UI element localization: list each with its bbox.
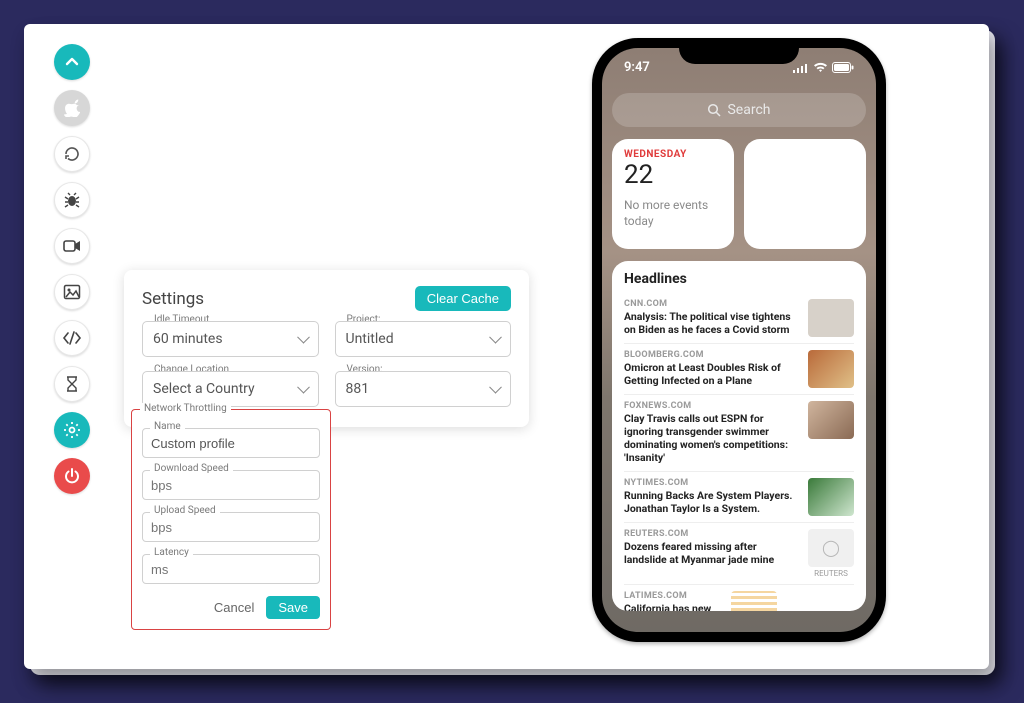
bug-button[interactable] — [54, 182, 90, 218]
signal-icon — [793, 63, 809, 73]
version-value: 881 — [346, 381, 370, 397]
video-button[interactable] — [54, 228, 90, 264]
calendar-day: WEDNESDAY — [624, 149, 722, 160]
power-button[interactable] — [54, 458, 90, 494]
change-location-select[interactable]: Select a Country — [142, 371, 319, 407]
code-icon — [62, 331, 82, 345]
code-button[interactable] — [54, 320, 90, 356]
idle-timeout-select[interactable]: 60 minutes — [142, 321, 319, 357]
calendar-note: No more events today — [624, 198, 722, 229]
rotate-icon — [63, 145, 81, 163]
gear-icon — [63, 421, 81, 439]
news-source: LATIMES.COM — [624, 591, 723, 601]
blank-widget[interactable] — [744, 139, 866, 249]
hourglass-button[interactable] — [54, 366, 90, 402]
idle-timeout-field: Idle Timeout 60 minutes — [142, 321, 319, 357]
bug-icon — [63, 191, 81, 209]
upload-speed-label: Upload Speed — [150, 505, 220, 516]
news-thumb — [731, 591, 777, 612]
news-title: Clay Travis calls out ESPN for ignoring … — [624, 412, 800, 465]
wifi-icon — [813, 62, 828, 73]
news-item[interactable]: LATIMES.COM California has new congressi… — [624, 584, 854, 612]
calendar-widget[interactable]: WEDNESDAY 22 No more events today — [612, 139, 734, 249]
headlines-widget[interactable]: Headlines CNN.COM Analysis: The politica… — [612, 261, 866, 611]
cancel-button[interactable]: Cancel — [214, 600, 254, 615]
rotate-button[interactable] — [54, 136, 90, 172]
news-title: Dozens feared missing after landslide at… — [624, 540, 800, 566]
project-field: Project: Untitled — [335, 321, 512, 357]
project-select[interactable]: Untitled — [335, 321, 512, 357]
news-item[interactable]: CNN.COM Analysis: The political vise tig… — [624, 293, 854, 343]
news-title: Analysis: The political vise tightens on… — [624, 310, 800, 336]
network-throttling-group: Network Throttling Name Download Speed U… — [131, 409, 331, 630]
search-placeholder: Search — [727, 102, 770, 118]
profile-name-input[interactable] — [142, 428, 320, 458]
chevron-up-icon — [64, 54, 80, 70]
project-value: Untitled — [346, 331, 394, 347]
apple-icon — [64, 99, 80, 117]
image-icon — [63, 284, 81, 300]
image-button[interactable] — [54, 274, 90, 310]
spotlight-search[interactable]: Search — [612, 93, 866, 127]
video-icon — [63, 239, 81, 253]
phone-frame: 9:47 Search WEDNESDAY 22 No more — [592, 38, 886, 642]
version-field: Version: 881 — [335, 371, 512, 407]
network-throttling-legend: Network Throttling — [140, 403, 231, 414]
news-item[interactable]: REUTERS.COM Dozens feared missing after … — [624, 522, 854, 584]
news-item[interactable]: NYTIMES.COM Running Backs Are System Pla… — [624, 471, 854, 522]
news-thumb — [808, 299, 854, 337]
news-source: BLOOMBERG.COM — [624, 350, 800, 360]
apple-button[interactable] — [54, 90, 90, 126]
news-source: REUTERS.COM — [624, 529, 800, 539]
idle-timeout-value: 60 minutes — [153, 331, 223, 347]
news-thumb — [808, 478, 854, 516]
latency-input[interactable] — [142, 554, 320, 584]
news-thumb — [808, 401, 854, 439]
calendar-date: 22 — [624, 160, 722, 190]
widget-row: WEDNESDAY 22 No more events today — [612, 139, 866, 249]
news-item[interactable]: BLOOMBERG.COM Omicron at Least Doubles R… — [624, 343, 854, 394]
status-right-icons — [793, 60, 854, 75]
news-source: NYTIMES.COM — [624, 478, 800, 488]
change-location-field: Change Location Select a Country — [142, 371, 319, 407]
download-speed-label: Download Speed — [150, 463, 233, 474]
save-button[interactable]: Save — [266, 596, 320, 619]
news-thumb: ◯ — [808, 529, 854, 567]
phone-notch — [679, 38, 799, 64]
settings-title: Settings — [142, 289, 204, 309]
profile-name-label: Name — [150, 421, 185, 432]
news-title: California has new congressional distric… — [624, 602, 723, 612]
news-item[interactable]: FOXNEWS.COM Clay Travis calls out ESPN f… — [624, 394, 854, 471]
device-preview: 9:47 Search WEDNESDAY 22 No more — [589, 32, 889, 648]
headlines-title: Headlines — [624, 271, 854, 287]
change-location-value: Select a Country — [153, 381, 255, 397]
news-thumb — [808, 350, 854, 388]
phone-screen: 9:47 Search WEDNESDAY 22 No more — [602, 48, 876, 632]
version-select[interactable]: 881 — [335, 371, 512, 407]
hourglass-icon — [65, 375, 79, 393]
news-title: Running Backs Are System Players. Jonath… — [624, 489, 800, 515]
clear-cache-button[interactable]: Clear Cache — [415, 286, 511, 311]
status-time: 9:47 — [624, 60, 650, 75]
news-title: Omicron at Least Doubles Risk of Getting… — [624, 361, 800, 387]
collapse-button[interactable] — [54, 44, 90, 80]
upload-speed-input[interactable] — [142, 512, 320, 542]
latency-label: Latency — [150, 547, 193, 558]
reuters-caption: REUTERS — [808, 569, 854, 578]
search-icon — [707, 103, 721, 117]
settings-button[interactable] — [54, 412, 90, 448]
battery-icon — [832, 62, 854, 73]
news-source: FOXNEWS.COM — [624, 401, 800, 411]
download-speed-input[interactable] — [142, 470, 320, 500]
tool-rail — [54, 44, 90, 494]
news-source: CNN.COM — [624, 299, 800, 309]
app-canvas: Settings Clear Cache Idle Timeout 60 min… — [24, 24, 989, 669]
power-icon — [64, 468, 80, 484]
